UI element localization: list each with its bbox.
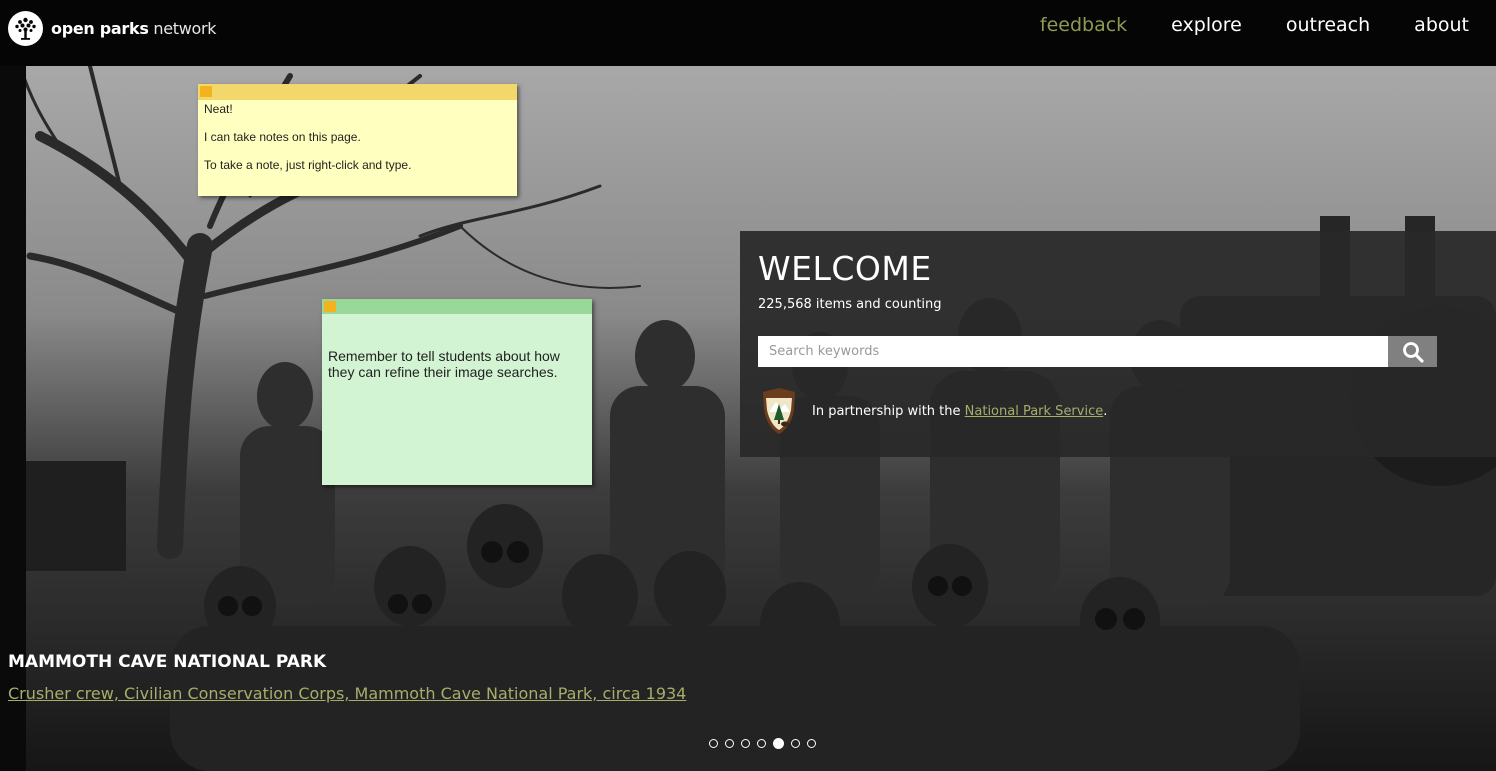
carousel-dot[interactable] (791, 739, 800, 748)
note-line: To take a note, just right-click and typ… (204, 158, 412, 172)
note-icon[interactable] (200, 86, 212, 97)
search-icon (1402, 341, 1424, 363)
note-icon[interactable] (324, 301, 336, 312)
nps-arrowhead-icon (763, 388, 795, 434)
search-input[interactable] (758, 336, 1388, 367)
site-name: open parks network (51, 18, 217, 38)
carousel-dot[interactable] (725, 739, 734, 748)
search-button[interactable] (1388, 336, 1437, 367)
carousel-dot[interactable] (807, 739, 816, 748)
sticky-note-header[interactable] (198, 84, 517, 100)
carousel-dot[interactable] (757, 739, 766, 748)
welcome-panel: WELCOME 225,568 items and counting In pa… (740, 231, 1496, 457)
sticky-note-header[interactable] (322, 299, 592, 314)
sticky-note-body[interactable]: Remember to tell students about how they… (322, 314, 592, 380)
welcome-title: WELCOME (758, 249, 932, 288)
carousel-dot[interactable] (741, 739, 750, 748)
slide-caption-link[interactable]: Crusher crew, Civilian Conservation Corp… (8, 684, 686, 703)
nav-about[interactable]: about (1414, 14, 1469, 40)
slide-park-title: MAMMOTH CAVE NATIONAL PARK (8, 652, 327, 672)
nav-outreach[interactable]: outreach (1286, 14, 1370, 40)
main-nav: feedback explore outreach about (1023, 14, 1496, 40)
site-logo[interactable]: open parks network (8, 10, 217, 46)
carousel-dot[interactable] (709, 739, 718, 748)
carousel-dots (709, 738, 823, 749)
nav-feedback[interactable]: feedback (1040, 14, 1127, 40)
nav-explore[interactable]: explore (1171, 14, 1242, 40)
partnership-text: In partnership with the National Park Se… (812, 403, 1108, 419)
sticky-note-body[interactable]: Neat! I can take notes on this page. To … (198, 100, 517, 188)
tree-icon (8, 10, 43, 46)
carousel-dot-active[interactable] (773, 738, 784, 749)
note-line: I can take notes on this page. (204, 130, 361, 144)
nps-link[interactable]: National Park Service (965, 404, 1104, 419)
sticky-note-green[interactable]: Remember to tell students about how they… (322, 299, 592, 485)
partnership-row: In partnership with the National Park Se… (758, 386, 1107, 436)
sticky-note-yellow[interactable]: Neat! I can take notes on this page. To … (198, 84, 517, 196)
top-bar: open parks network feedback explore outr… (0, 0, 1496, 66)
items-counter: 225,568 items and counting (758, 297, 942, 312)
note-line: Neat! (204, 102, 233, 116)
